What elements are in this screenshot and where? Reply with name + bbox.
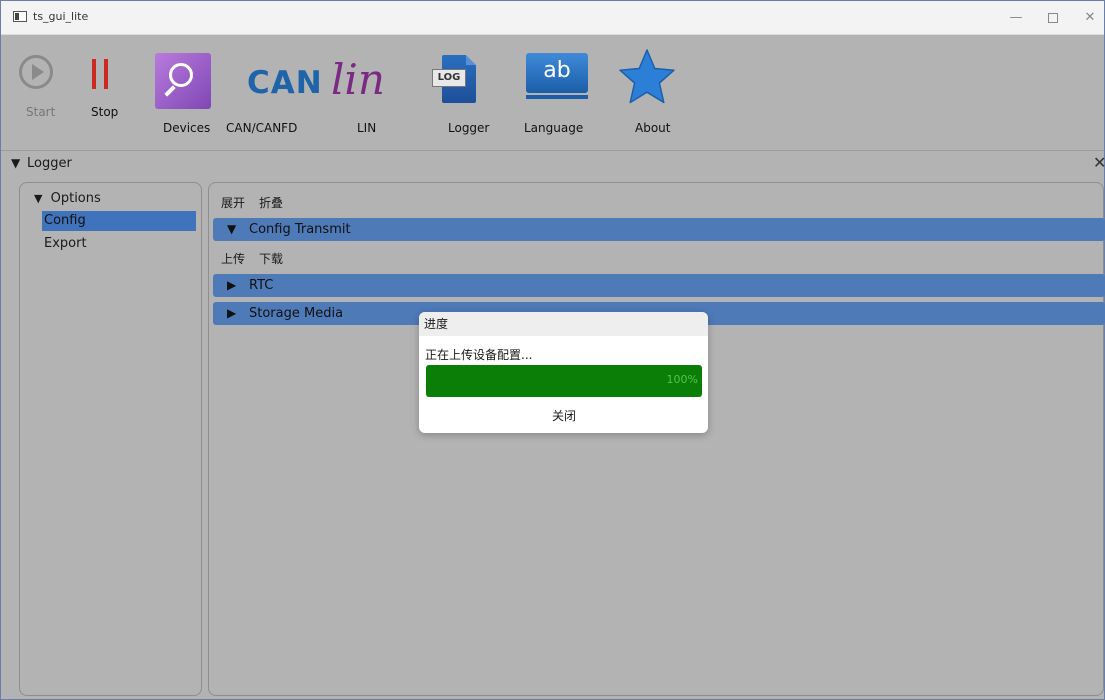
logger-button[interactable]: LOG Logger — [421, 35, 501, 145]
dialog-close-button[interactable]: 关闭 — [539, 406, 589, 426]
stop-button[interactable]: Stop — [81, 35, 121, 145]
minimize-button[interactable]: — — [1000, 7, 1032, 29]
section-title: Storage Media — [249, 306, 344, 321]
pause-bars-icon — [92, 59, 112, 89]
start-button[interactable]: Start — [15, 35, 59, 145]
progress-fill — [426, 365, 702, 397]
lin-label: LIN — [357, 121, 377, 135]
devices-label: Devices — [163, 121, 211, 135]
main-toolbar: Start Stop Devices CAN CAN/CANFD lin LIN… — [1, 35, 1104, 151]
tree-root-options[interactable]: ▼ Options — [34, 191, 101, 206]
tree-expand-arrow-icon[interactable]: ▼ — [34, 192, 42, 205]
config-panel: 展开 折叠 ▼ Config Transmit 上传 下载 ▶ RTC ▶ St… — [208, 182, 1105, 696]
logger-panel-header[interactable]: ▼ Logger ✕ — [1, 152, 1105, 176]
title-bar: ts_gui_lite — ✕ — [1, 1, 1104, 35]
stop-label: Stop — [91, 105, 119, 119]
expand-all-button[interactable]: 展开 — [219, 193, 247, 213]
upload-button[interactable]: 上传 — [219, 249, 247, 269]
maximize-icon — [1048, 12, 1058, 23]
language-label: Language — [524, 121, 584, 135]
collapse-all-button[interactable]: 折叠 — [257, 193, 285, 213]
section-config-transmit[interactable]: ▼ Config Transmit — [213, 218, 1105, 241]
logger-panel-title: Logger — [27, 156, 72, 171]
tree-root-label: Options — [50, 191, 101, 206]
section-rtc[interactable]: ▶ RTC — [213, 274, 1105, 297]
magnifier-icon — [155, 53, 211, 109]
progress-bar: 100% — [426, 365, 702, 397]
tree-item-export[interactable]: Export — [42, 234, 196, 254]
language-button[interactable]: ab Language — [516, 35, 596, 145]
dialog-message: 正在上传设备配置... — [425, 348, 533, 362]
collapse-arrow-icon[interactable]: ▼ — [11, 156, 20, 170]
maximize-button[interactable] — [1037, 7, 1069, 29]
lin-button[interactable]: lin LIN — [319, 35, 399, 145]
collapsed-arrow-icon: ▶ — [227, 278, 237, 292]
app-window: ts_gui_lite — ✕ Start Stop Devices CAN C… — [0, 0, 1105, 700]
download-button[interactable]: 下载 — [257, 249, 285, 269]
close-panel-button[interactable]: ✕ — [1093, 153, 1105, 172]
dialog-title: 进度 — [419, 312, 708, 336]
progress-percent: 100% — [666, 373, 698, 386]
about-button[interactable]: About — [611, 35, 687, 145]
progress-dialog: 进度 正在上传设备配置... 100% 关闭 — [419, 312, 708, 433]
close-window-button[interactable]: ✕ — [1074, 7, 1105, 29]
section-title: Config Transmit — [249, 222, 351, 237]
collapsed-arrow-icon: ▶ — [227, 306, 237, 320]
logger-label: Logger — [448, 121, 490, 135]
about-label: About — [635, 121, 671, 135]
options-tree: ▼ Options Config Export — [19, 182, 202, 696]
can-button[interactable]: CAN CAN/CANFD — [221, 35, 322, 145]
window-title: ts_gui_lite — [33, 10, 89, 23]
can-logo-icon: CAN — [247, 65, 323, 101]
star-icon — [619, 49, 675, 104]
log-document-icon: LOG — [432, 55, 478, 105]
app-icon — [13, 11, 27, 22]
expanded-arrow-icon: ▼ — [227, 222, 237, 236]
lin-logo-icon: lin — [331, 55, 385, 104]
ab-text-icon: ab — [526, 53, 588, 101]
devices-button[interactable]: Devices — [151, 35, 215, 145]
section-title: RTC — [249, 278, 274, 293]
play-circle-icon — [19, 55, 53, 89]
can-label: CAN/CANFD — [226, 121, 298, 135]
start-label: Start — [26, 105, 56, 119]
tree-item-config[interactable]: Config — [42, 211, 196, 231]
